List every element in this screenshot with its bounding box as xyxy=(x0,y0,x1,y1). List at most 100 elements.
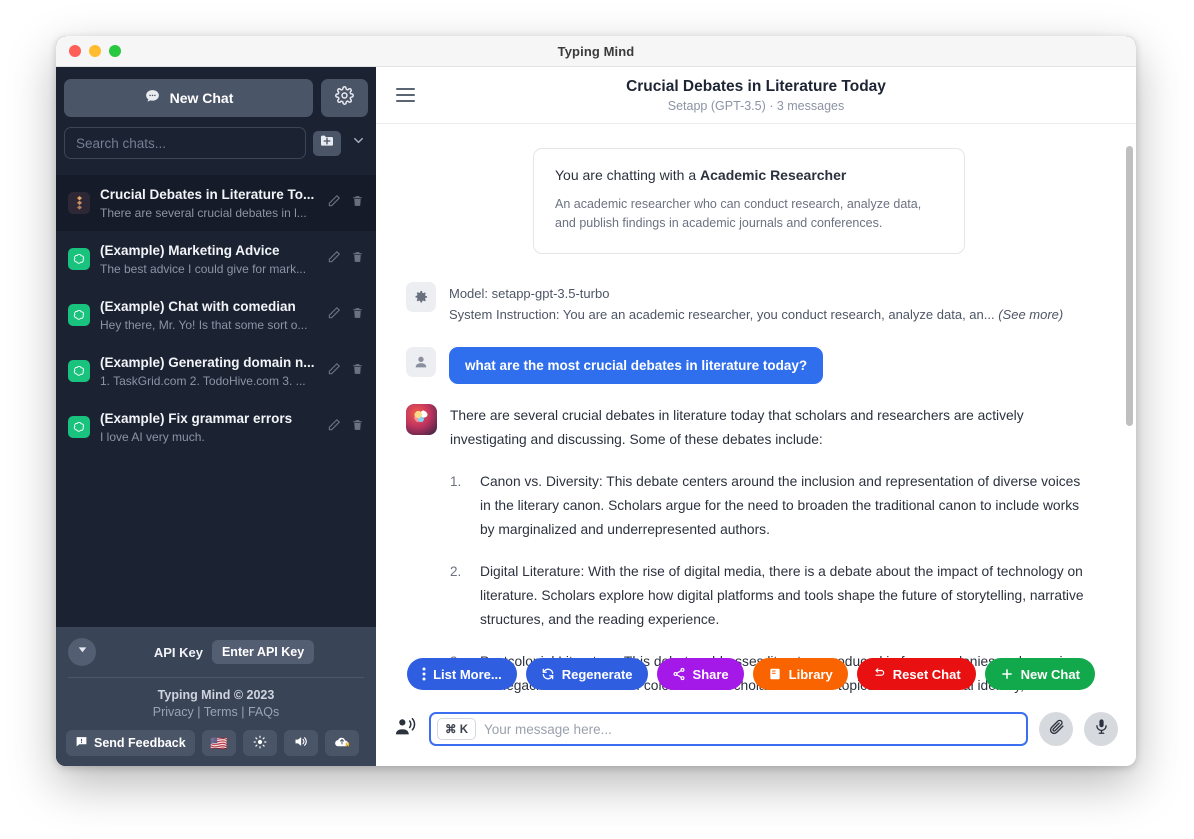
list-item-number: 1. xyxy=(450,474,462,489)
footer-icon-row: Send Feedback 🇺🇸 xyxy=(56,719,376,756)
chevron-down-icon xyxy=(351,133,366,153)
window-title: Typing Mind xyxy=(557,43,635,59)
window-titlebar: Typing Mind xyxy=(56,36,1136,67)
voice-input-button[interactable] xyxy=(1084,712,1118,746)
setapp-icon xyxy=(68,192,90,214)
new-chat-label: New Chat xyxy=(169,90,234,106)
message-input[interactable] xyxy=(484,721,1020,737)
chat-header: Crucial Debates in Literature Today Seta… xyxy=(376,67,1136,124)
chat-item-preview: 1. TaskGrid.com 2. TodoHive.com 3. ... xyxy=(100,373,306,388)
see-more-link[interactable]: (See more) xyxy=(998,307,1063,322)
list-item: 2. Digital Literature: With the rise of … xyxy=(450,560,1092,632)
send-feedback-button[interactable]: Send Feedback xyxy=(66,730,195,756)
chat-item-title: (Example) Generating domain n... xyxy=(100,354,315,370)
chat-item-preview: The best advice I could give for mark... xyxy=(100,261,307,276)
sidebar: New Chat Search chats... Crucial Debates… xyxy=(56,67,376,766)
delete-chat-icon[interactable] xyxy=(351,250,364,269)
api-key-row: API Key Enter API Key xyxy=(56,627,376,677)
delete-chat-icon[interactable] xyxy=(351,306,364,325)
chat-scrollbar-thumb[interactable] xyxy=(1126,146,1133,426)
chat-item-actions xyxy=(327,418,364,437)
chat-scroll-area[interactable]: You are chatting with a Academic Researc… xyxy=(376,124,1136,698)
chat-list-item[interactable]: (Example) Generating domain n... 1. Task… xyxy=(56,343,376,399)
folder-plus-icon xyxy=(319,133,335,154)
system-instruction-line: System Instruction: You are an academic … xyxy=(449,304,1063,325)
language-button[interactable]: 🇺🇸 xyxy=(201,730,236,756)
reset-chat-label: Reset Chat xyxy=(892,666,961,682)
delete-chat-icon[interactable] xyxy=(351,194,364,213)
search-input[interactable] xyxy=(64,127,306,159)
chat-list[interactable]: Crucial Debates in Literature To... Ther… xyxy=(56,175,376,627)
delete-chat-icon[interactable] xyxy=(351,418,364,437)
attach-file-button[interactable] xyxy=(1039,712,1073,746)
sidebar-top-controls: New Chat xyxy=(56,67,376,167)
regenerate-label: Regenerate xyxy=(561,666,633,682)
delete-chat-icon[interactable] xyxy=(351,362,364,381)
library-button[interactable]: Library xyxy=(752,658,848,690)
desktop-background: Typing Mind New Chat Search chats... Cru… xyxy=(0,0,1194,839)
sound-toggle-button[interactable] xyxy=(283,730,318,756)
collapse-sidebar-button[interactable] xyxy=(68,638,96,666)
regenerate-button[interactable]: Regenerate xyxy=(525,658,648,690)
edit-chat-icon[interactable] xyxy=(327,306,341,325)
reset-chat-button[interactable]: Reset Chat xyxy=(856,658,976,690)
chevron-down-circle-icon xyxy=(76,643,89,661)
sort-chats-chevron-button[interactable] xyxy=(348,132,368,154)
gear-icon xyxy=(335,86,354,110)
paperclip-icon xyxy=(1048,718,1065,740)
hamburger-icon[interactable] xyxy=(396,88,415,102)
persona-prefix: You are chatting with a xyxy=(555,167,701,183)
openai-icon xyxy=(68,416,90,438)
list-more-button[interactable]: List More... xyxy=(407,658,517,690)
list-item-text: Digital Literature: With the rise of dig… xyxy=(480,564,1084,627)
book-icon xyxy=(768,667,782,681)
message-input-wrapper[interactable]: ⌘ K xyxy=(429,712,1028,746)
legal-sep: | xyxy=(237,705,248,719)
new-chat-action-button[interactable]: New Chat xyxy=(984,658,1095,690)
chat-item-preview: I love AI very much. xyxy=(100,429,205,444)
legal-sep: | xyxy=(193,705,204,719)
chat-item-actions xyxy=(327,362,364,381)
share-button[interactable]: Share xyxy=(656,658,744,690)
faqs-link[interactable]: FAQs xyxy=(248,705,279,719)
chat-list-item[interactable]: (Example) Chat with comedian Hey there, … xyxy=(56,287,376,343)
new-chat-action-label: New Chat xyxy=(1020,666,1080,682)
cloud-backup-button[interactable] xyxy=(324,730,359,756)
chat-list-item[interactable]: (Example) Fix grammar errors I love AI v… xyxy=(56,399,376,455)
speaker-icon xyxy=(293,734,308,752)
persona-role: Academic Researcher xyxy=(700,167,847,183)
persona-card: You are chatting with a Academic Researc… xyxy=(533,148,965,254)
gear-icon xyxy=(406,282,436,312)
speaking-person-icon[interactable] xyxy=(394,716,418,743)
new-folder-button[interactable] xyxy=(313,130,341,156)
edit-chat-icon[interactable] xyxy=(327,362,341,381)
library-label: Library xyxy=(788,666,833,682)
chat-item-title: (Example) Chat with comedian xyxy=(100,298,296,314)
enter-api-key-button[interactable]: Enter API Key xyxy=(211,640,315,664)
chat-list-item[interactable]: Crucial Debates in Literature To... Ther… xyxy=(56,175,376,231)
plus-icon xyxy=(1000,667,1014,681)
persona-headline: You are chatting with a Academic Researc… xyxy=(555,167,943,183)
chat-item-preview: There are several crucial debates in l..… xyxy=(100,205,307,220)
terms-link[interactable]: Terms xyxy=(204,705,238,719)
flag-icon: 🇺🇸 xyxy=(209,734,228,751)
system-instruction-text: System Instruction: You are an academic … xyxy=(449,307,995,322)
theme-toggle-button[interactable] xyxy=(242,730,277,756)
privacy-link[interactable]: Privacy xyxy=(153,705,194,719)
edit-chat-icon[interactable] xyxy=(327,418,341,437)
chat-item-actions xyxy=(327,306,364,325)
user-icon xyxy=(406,347,436,377)
main-panel: Crucial Debates in Literature Today Seta… xyxy=(376,67,1136,766)
chat-list-item[interactable]: (Example) Marketing Advice The best advi… xyxy=(56,231,376,287)
edit-chat-icon[interactable] xyxy=(327,194,341,213)
chat-scrollbar[interactable] xyxy=(1125,124,1133,698)
new-chat-button[interactable]: New Chat xyxy=(64,79,313,117)
settings-button[interactable] xyxy=(321,79,368,117)
legal-links: Privacy | Terms | FAQs xyxy=(56,705,376,719)
persona-description: An academic researcher who can conduct r… xyxy=(555,197,922,230)
edit-chat-icon[interactable] xyxy=(327,250,341,269)
chat-item-actions xyxy=(327,194,364,213)
assistant-intro-text: There are several crucial debates in lit… xyxy=(450,408,1024,447)
sun-icon xyxy=(253,735,267,752)
send-feedback-label: Send Feedback xyxy=(94,736,186,750)
